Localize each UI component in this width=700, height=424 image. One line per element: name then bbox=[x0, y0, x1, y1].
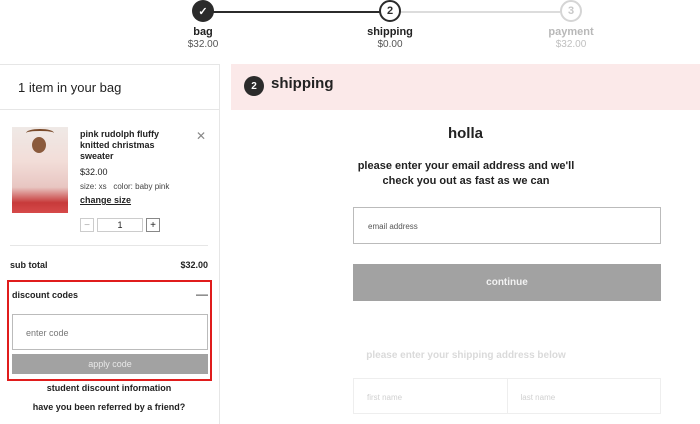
collapse-icon[interactable]: — bbox=[196, 288, 208, 300]
product-meta: size: xs color: baby pink bbox=[80, 182, 169, 191]
subtotal-row: sub total $32.00 bbox=[10, 260, 208, 270]
step-number: 2 bbox=[379, 0, 401, 22]
section-title: shipping bbox=[271, 75, 334, 92]
quantity-value[interactable]: 1 bbox=[97, 218, 143, 232]
checkout-page: ✓ bag $32.00 2 shipping $0.00 3 payment … bbox=[0, 0, 700, 424]
subtotal-value: $32.00 bbox=[180, 260, 208, 270]
step-label: bag bbox=[193, 26, 213, 38]
model-head-shape bbox=[32, 137, 46, 153]
quantity-increase-button[interactable]: + bbox=[146, 218, 160, 232]
step-label: payment bbox=[548, 26, 594, 38]
step-price: $0.00 bbox=[377, 39, 403, 50]
address-prompt: please enter your shipping address below bbox=[366, 350, 566, 361]
email-prompt: please enter your email address and we'l… bbox=[357, 160, 575, 187]
name-fields-row: first name last name bbox=[353, 378, 661, 414]
greeting-heading: holla bbox=[447, 125, 483, 142]
email-field[interactable]: email address bbox=[353, 207, 661, 244]
discount-codes-panel: discount codes — enter code apply code bbox=[7, 280, 212, 381]
remove-item-icon[interactable]: ✕ bbox=[196, 129, 206, 143]
product-name[interactable]: pink rudolph fluffy knitted christmas sw… bbox=[80, 129, 180, 162]
section-number: 2 bbox=[244, 76, 264, 96]
step-number: 3 bbox=[560, 0, 582, 22]
quantity-stepper: − 1 + bbox=[80, 218, 160, 232]
shipping-header: 2 shipping bbox=[231, 64, 700, 110]
step-price: $32.00 bbox=[187, 39, 219, 50]
bag-item: pink rudolph fluffy knitted christmas sw… bbox=[10, 127, 210, 237]
last-name-field[interactable]: last name bbox=[506, 379, 661, 413]
discount-header[interactable]: discount codes — bbox=[12, 288, 208, 300]
bag-summary: 1 item in your bag pink rudolph fluffy k… bbox=[0, 64, 220, 424]
shipping-section: 2 shipping holla please enter your email… bbox=[231, 64, 700, 424]
product-price: $32.00 bbox=[80, 167, 108, 177]
antlers-shape bbox=[26, 129, 54, 137]
apply-code-button[interactable]: apply code bbox=[12, 354, 208, 374]
student-discount-link[interactable]: student discount information bbox=[0, 383, 218, 393]
quantity-decrease-button[interactable]: − bbox=[80, 218, 94, 232]
change-size-link[interactable]: change size bbox=[80, 195, 131, 205]
product-color: color: baby pink bbox=[113, 182, 170, 191]
product-size: size: xs bbox=[80, 182, 107, 191]
continue-button[interactable]: continue bbox=[353, 264, 661, 301]
discount-code-input[interactable]: enter code bbox=[12, 314, 208, 350]
step-bag[interactable]: ✓ bag $32.00 bbox=[143, 0, 263, 50]
checkout-progress: ✓ bag $32.00 2 shipping $0.00 3 payment … bbox=[0, 0, 700, 62]
checkmark-icon: ✓ bbox=[192, 0, 214, 22]
referral-link[interactable]: have you been referred by a friend? bbox=[0, 402, 218, 412]
first-name-field[interactable]: first name bbox=[354, 379, 507, 413]
step-label: shipping bbox=[367, 26, 413, 38]
subtotal-label: sub total bbox=[10, 260, 48, 270]
divider bbox=[10, 245, 208, 246]
bag-title: 1 item in your bag bbox=[0, 65, 219, 110]
step-price: $32.00 bbox=[555, 39, 587, 50]
step-payment: 3 payment $32.00 bbox=[511, 0, 631, 50]
step-shipping: 2 shipping $0.00 bbox=[330, 0, 450, 50]
product-image[interactable] bbox=[12, 127, 68, 213]
discount-title: discount codes bbox=[12, 290, 79, 300]
